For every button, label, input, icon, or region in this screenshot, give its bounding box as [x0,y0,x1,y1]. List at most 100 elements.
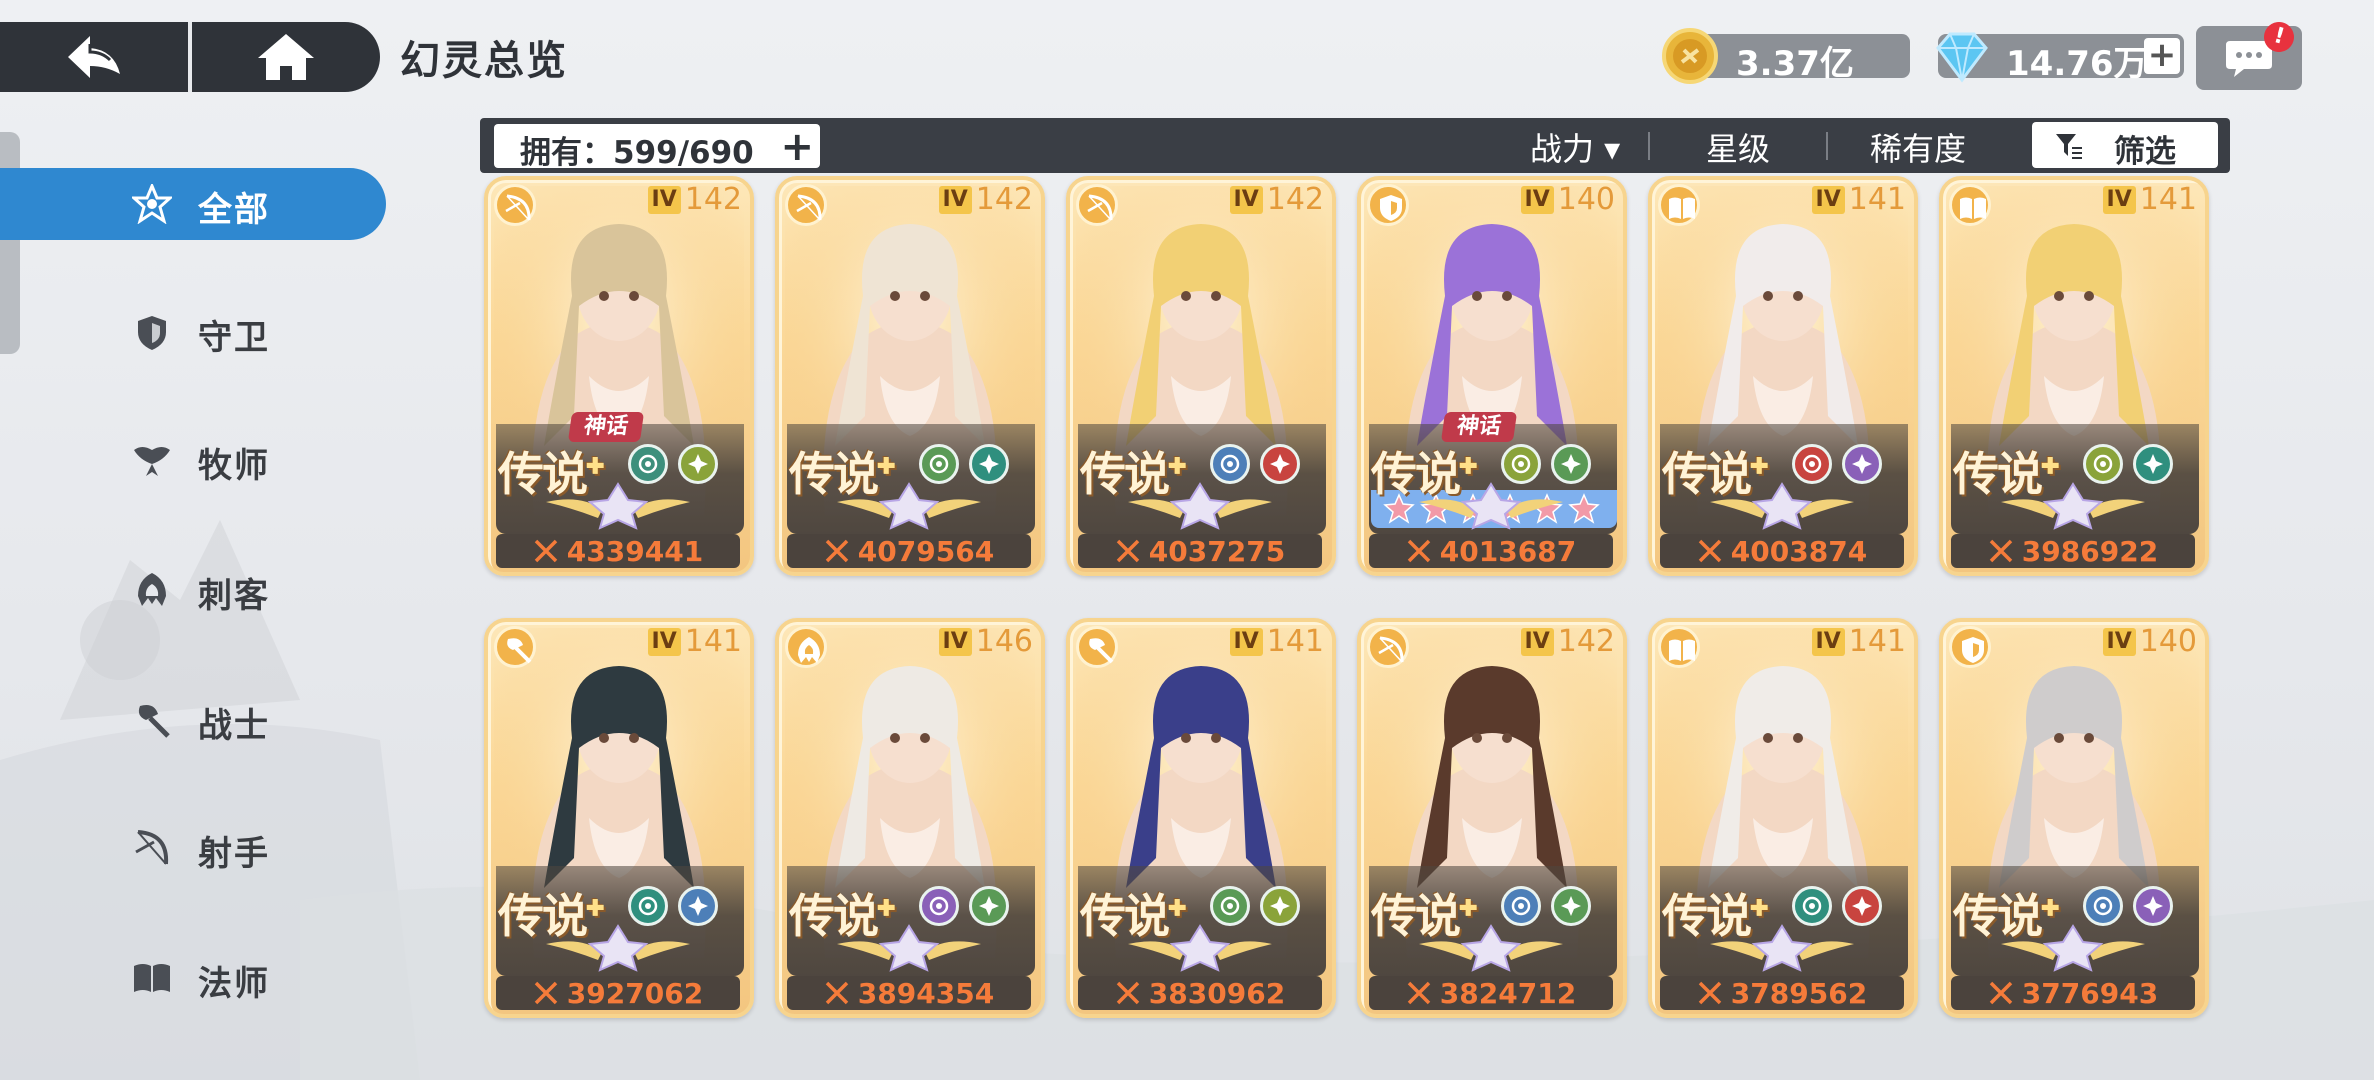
combat-power-value: 3830962 [1148,976,1286,1010]
spirit-card[interactable]: IV 142 神话 传说✚ 4339441 [484,176,754,576]
bow-icon [1378,636,1404,663]
sidebar-item-label: 刺客 [198,576,270,616]
rank-emblem-icon [1710,924,1854,972]
priest-wings-icon [134,447,170,476]
combat-power-value: 3986922 [2021,534,2159,568]
sidebar-item-all[interactable]: 全部 [0,168,386,240]
level-tier-tag: IV [1520,185,1554,214]
filter-funnel-icon [2056,134,2082,159]
sidebar-item-guard[interactable]: 守卫 [0,296,386,368]
sidebar-item-archer[interactable]: 射手 [0,812,386,884]
rank-emblem-icon [1419,482,1563,530]
sort-by-rarity[interactable]: 稀有度 [1870,124,1966,170]
sort-by-star[interactable]: 星级 [1706,124,1770,170]
spirit-card[interactable]: IV 142 传说✚ 4037275 [1066,176,1336,576]
filter-button[interactable]: 筛选 [2032,122,2218,170]
home-button[interactable] [192,22,380,92]
expand-capacity-button[interactable]: + [780,124,814,170]
level-value: 141 [684,624,742,659]
sidebar-item-mage[interactable]: 法师 [0,942,386,1014]
gold-currency[interactable]: 3.37亿 [1662,28,1910,84]
skill-icon [1792,444,1832,484]
combat-power: 3789562 [1660,976,1904,1010]
spirit-card[interactable]: IV 146 传说✚ 3894354 [775,618,1045,1018]
sort-by-power[interactable]: 战力 ▾ [1530,124,1620,170]
combat-power-value: 3894354 [857,976,995,1010]
crossed-swords-icon [825,539,849,563]
level-tier-tag: IV [938,627,972,656]
level-indicator: IV 142 [1229,182,1324,217]
combat-power-value: 3824712 [1439,976,1577,1010]
skill-icon [2133,886,2173,926]
filter-bar: 拥有：599/690 + 战力 ▾ 星级 稀有度 筛选 [480,118,2230,173]
class-badge [1658,626,1700,668]
level-value: 141 [2139,182,2197,217]
skill-icon [1210,444,1250,484]
spirit-card[interactable]: IV 141 传说✚ 4003874 [1648,176,1918,576]
sidebar-item-label: 射手 [198,834,270,874]
rank-emblem-icon [837,482,981,530]
level-value: 140 [2139,624,2197,659]
skill-icon [1210,886,1250,926]
plus-mark-icon: ✚ [1750,453,1768,480]
crossed-swords-icon [1989,981,2013,1005]
shield-icon [1380,195,1402,221]
sidebar-item-label: 守卫 [198,318,270,358]
skill-icon [1551,444,1591,484]
plus-mark-icon: ✚ [1168,895,1186,922]
level-indicator: IV 140 [2102,624,2197,659]
spirit-card[interactable]: IV 142 传说✚ 4079564 [775,176,1045,576]
rank-emblem-icon [1710,482,1854,530]
chat-button[interactable]: ! [2196,18,2302,90]
combat-power-value: 4339441 [566,534,704,568]
sidebar-item-assassin[interactable]: 刺客 [0,554,386,626]
level-value: 142 [975,182,1033,217]
crossed-swords-icon [1698,981,1722,1005]
axe-icon [1089,638,1114,664]
combat-power-value: 3776943 [2021,976,2159,1010]
crossed-swords-icon [1116,539,1140,563]
combat-power: 4013687 [1369,534,1613,568]
sidebar-item-warrior[interactable]: 战士 [0,684,386,756]
plus-mark-icon: ✚ [877,895,895,922]
class-badge [1076,626,1118,668]
skill-icon [2083,444,2123,484]
combat-power-value: 3789562 [1730,976,1868,1010]
combat-power: 3894354 [787,976,1031,1010]
level-value: 141 [1848,624,1906,659]
rank-emblem-icon [1128,482,1272,530]
level-tier-tag: IV [1229,185,1263,214]
sort-divider [1826,132,1828,160]
gem-currency[interactable]: 14.76万 + [1936,32,2184,84]
level-tier-tag: IV [1229,627,1263,656]
combat-power: 4079564 [787,534,1031,568]
class-badge [1076,184,1118,226]
sidebar-item-priest[interactable]: 牧师 [0,424,386,496]
top-nav [0,22,380,92]
spirit-card[interactable]: IV 140 传说✚ 3776943 [1939,618,2209,1018]
spirit-card[interactable]: IV 142 传说✚ 3824712 [1357,618,1627,1018]
add-gems-button[interactable]: + [2144,38,2180,74]
spirit-card[interactable]: IV 141 传说✚ 3986922 [1939,176,2209,576]
level-tier-tag: IV [1520,627,1554,656]
plus-mark-icon: ✚ [2041,453,2059,480]
spirit-card[interactable]: IV 140 神话 传说✚ 4013687 [1357,176,1627,576]
spirit-card[interactable]: IV 141 传说✚ 3927062 [484,618,754,1018]
skill-icon [969,444,1009,484]
owned-count-box[interactable]: 拥有：599/690 + [494,124,820,171]
combat-power: 4037275 [1078,534,1322,568]
skill-icon [969,886,1009,926]
plus-mark-icon: ✚ [2041,895,2059,922]
skill-icon [1501,444,1541,484]
plus-mark-icon: ✚ [586,453,604,480]
shield-icon [138,316,166,350]
filter-label: 筛选 [2114,134,2176,170]
plus-mark-icon: ✚ [1750,895,1768,922]
skill-icon [2133,444,2173,484]
combat-power: 3776943 [1951,976,2195,1010]
back-button[interactable] [0,22,188,92]
skill-icon [678,886,718,926]
spirit-card[interactable]: IV 141 传说✚ 3789562 [1648,618,1918,1018]
crossed-swords-icon [1116,981,1140,1005]
spirit-card[interactable]: IV 141 传说✚ 3830962 [1066,618,1336,1018]
